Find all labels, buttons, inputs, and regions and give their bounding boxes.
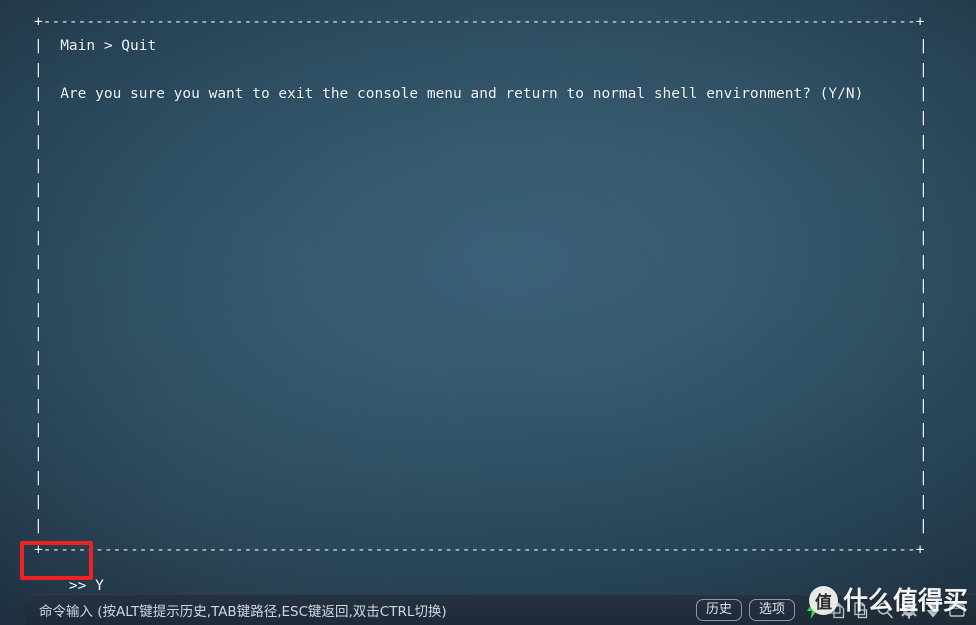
console-row-right-border: |	[919, 38, 928, 54]
console-row-right-border: |	[919, 158, 928, 174]
console-output[interactable]: +---------------------------------------…	[0, 0, 976, 594]
search-icon[interactable]	[874, 598, 896, 622]
gear-icon[interactable]	[898, 598, 920, 622]
console-row: | |	[34, 154, 928, 178]
console-row: | |	[34, 490, 928, 514]
console-row: | |	[34, 130, 928, 154]
console-row-right-border: |	[919, 494, 928, 510]
console-row-right-border: |	[919, 62, 928, 78]
console-row-right-border: |	[919, 206, 928, 222]
console-row-right-border: |	[919, 278, 928, 294]
console-row: | |	[34, 514, 928, 538]
console-row: | Main > Quit |	[34, 34, 928, 58]
command-input-field[interactable]: 命令输入 (按ALT键提示历史,TAB键路径,ESC键返回,双击CTRL切换)	[39, 600, 447, 620]
console-row-right-border: |	[919, 326, 928, 342]
console-row: | |	[34, 226, 928, 250]
console-row: | |	[34, 418, 928, 442]
console-top-border: +---------------------------------------…	[34, 14, 925, 30]
toolbar-icon-row	[802, 598, 976, 622]
window-icon[interactable]	[946, 598, 968, 622]
console-row: | |	[34, 298, 928, 322]
bottom-toolbar: 命令输入 (按ALT键提示历史,TAB键路径,ESC键返回,双击CTRL切换) …	[25, 594, 976, 625]
console-row: | |	[34, 346, 928, 370]
console-row: | |	[34, 106, 928, 130]
console-row-right-border: |	[919, 302, 928, 318]
console-row-right-border: |	[919, 230, 928, 246]
console-row-right-border: |	[919, 446, 928, 462]
console-row: | |	[34, 322, 928, 346]
console-row-right-border: |	[919, 254, 928, 270]
console-row-right-border: |	[919, 518, 928, 534]
options-button[interactable]: 选项	[748, 598, 795, 621]
prompt-text: >> Y	[68, 578, 104, 594]
copy-icon[interactable]	[826, 598, 848, 622]
console-row: | Are you sure you want to exit the cons…	[34, 82, 928, 106]
console-row-right-border: |	[919, 398, 928, 414]
console-row-right-border: |	[919, 422, 928, 438]
console-row-right-border: |	[919, 86, 928, 102]
console-row: | |	[34, 202, 928, 226]
console-row: | |	[34, 274, 928, 298]
console-row: | |	[34, 58, 928, 82]
console-row-right-border: |	[919, 470, 928, 486]
download-icon[interactable]	[922, 598, 944, 622]
terminal-screen: +---------------------------------------…	[0, 0, 976, 625]
console-row: | |	[34, 370, 928, 394]
console-row-right-border: |	[919, 182, 928, 198]
history-button[interactable]: 历史	[695, 598, 742, 621]
lightning-icon[interactable]	[802, 598, 824, 622]
console-row: | |	[34, 178, 928, 202]
console-row-right-border: |	[919, 134, 928, 150]
console-bottom-border: +---------------------------------------…	[34, 542, 925, 558]
console-row-right-border: |	[919, 374, 928, 390]
console-row: | |	[34, 394, 928, 418]
console-row: | |	[34, 442, 928, 466]
console-row-right-border: |	[919, 350, 928, 366]
console-row: | |	[34, 466, 928, 490]
console-row: | |	[34, 250, 928, 274]
console-row-right-border: |	[919, 110, 928, 126]
paste-icon[interactable]	[850, 598, 872, 622]
